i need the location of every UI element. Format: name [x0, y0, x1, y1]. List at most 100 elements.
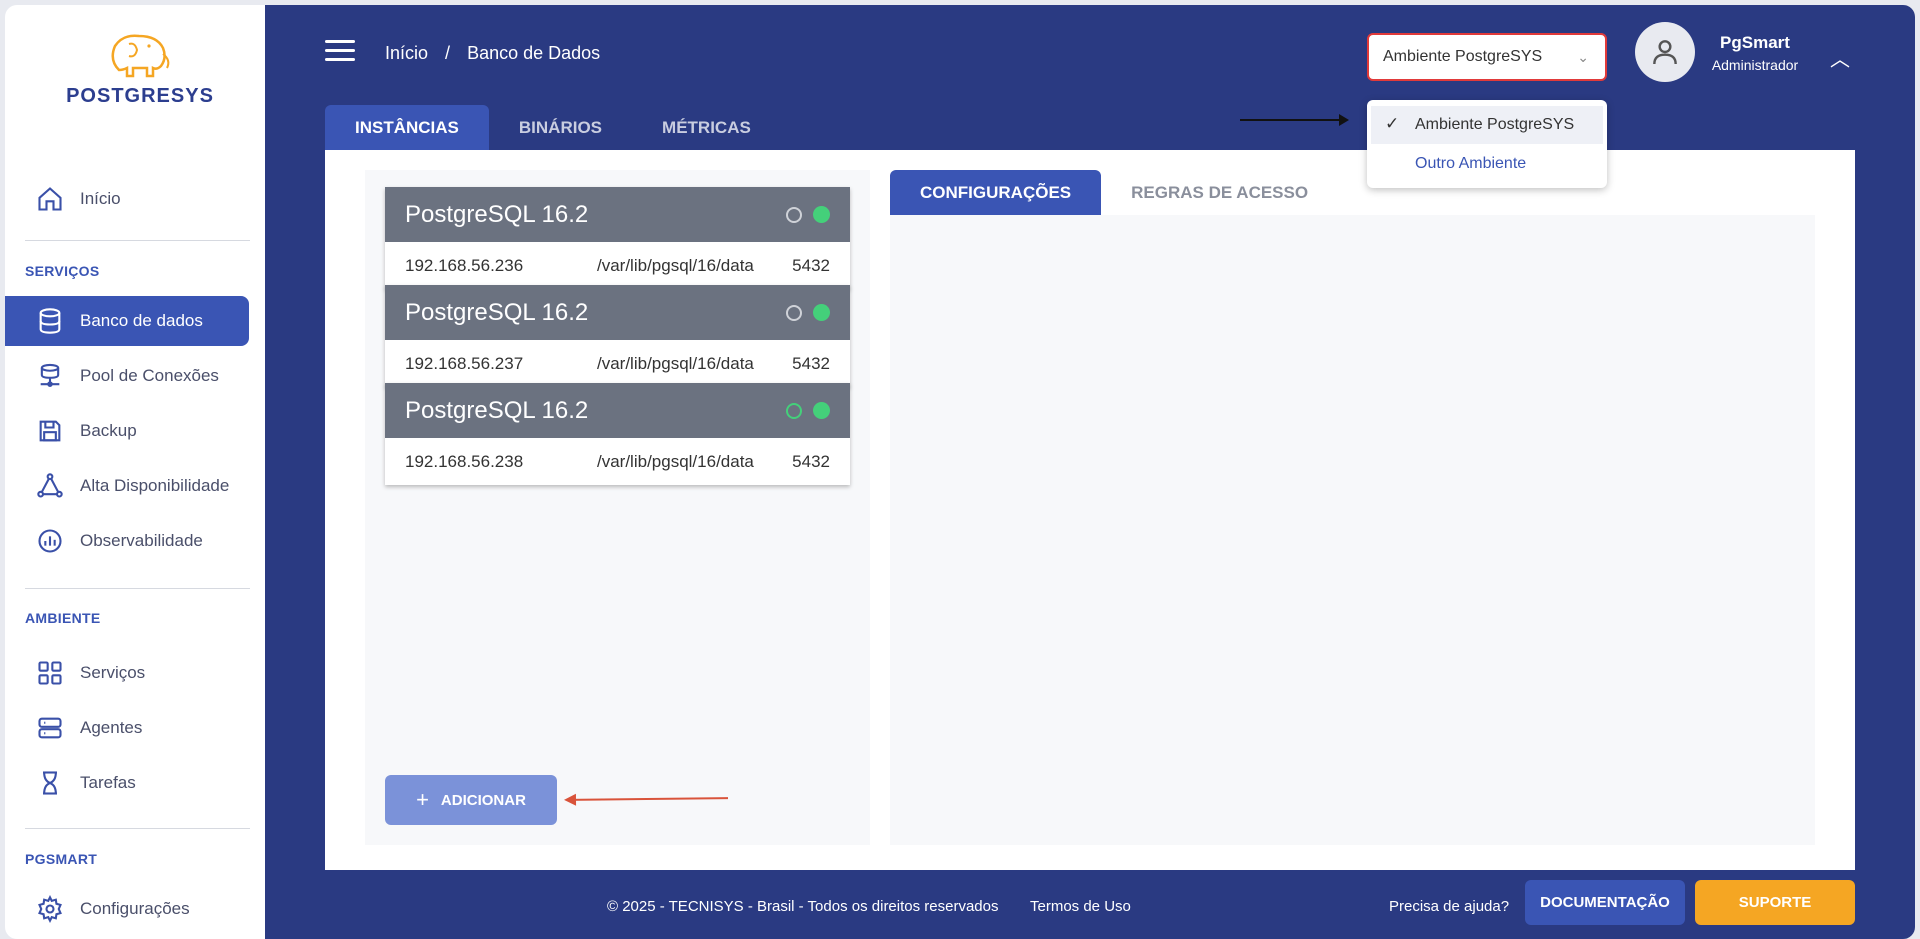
database-icon [35, 306, 65, 336]
hamburger-icon-line [325, 58, 355, 61]
help-text: Precisa de ajuda? [1389, 898, 1510, 915]
sidebar-item-alta-disponibilidade[interactable]: Alta Disponibilidade [5, 461, 249, 511]
sidebar-item-servicos[interactable]: Serviços [5, 648, 249, 698]
sidebar-item-label: Backup [80, 421, 137, 440]
instance-config-panel: CONFIGURAÇÕES REGRAS DE ACESSO [890, 170, 1815, 845]
sidebar-item-pool-de-conexoes[interactable]: Pool de Conexões [5, 351, 249, 401]
instance-header: PostgreSQL 16.2 [385, 383, 850, 438]
footer-copyright: © 2025 - TECNISYS - Brasil - Todos os di… [607, 898, 999, 915]
tab-binarios[interactable]: BINÁRIOS [489, 105, 632, 150]
sidebar-item-label: Alta Disponibilidade [80, 476, 230, 495]
breadcrumb-current: Banco de Dados [467, 43, 601, 63]
sidebar-item-agentes[interactable]: Agentes [5, 703, 249, 753]
status-indicator [813, 402, 830, 419]
server-icon [35, 713, 65, 743]
instance-port: 5432 [792, 255, 830, 275]
sidebar-item-label: Agentes [80, 718, 143, 737]
home-icon [35, 184, 65, 214]
logo[interactable]: POSTGRESYS [30, 30, 250, 120]
instance-card[interactable]: PostgreSQL 16.2 192.168.56.238 /var/lib/… [385, 383, 850, 485]
sidebar-item-configuracoes[interactable]: Configurações [5, 884, 249, 934]
instance-title: PostgreSQL 16.2 [405, 200, 589, 228]
documentation-button[interactable]: DOCUMENTAÇÃO [1525, 880, 1685, 925]
dropdown-option-outro-ambiente[interactable]: Outro Ambiente [1371, 145, 1603, 183]
sidebar-item-observabilidade[interactable]: Observabilidade [5, 516, 249, 566]
instance-title: PostgreSQL 16.2 [405, 396, 589, 424]
add-button-label: ADICIONAR [440, 791, 526, 809]
breadcrumb-home-link[interactable]: Início [385, 43, 428, 63]
environment-dropdown: ✓ Ambiente PostgreSYS Outro Ambiente [1367, 100, 1607, 188]
instance-header: PostgreSQL 16.2 [385, 187, 850, 242]
instance-path: /var/lib/pgsql/16/data [597, 255, 754, 275]
instance-card[interactable]: PostgreSQL 16.2 192.168.56.236 /var/lib/… [385, 187, 850, 289]
sidebar-item-label: Observabilidade [80, 531, 203, 550]
instance-port: 5432 [792, 451, 830, 471]
instance-path: /var/lib/pgsql/16/data [597, 451, 754, 471]
instance-header: PostgreSQL 16.2 [385, 285, 850, 340]
instance-details: 192.168.56.238 /var/lib/pgsql/16/data 54… [385, 438, 850, 485]
menu-toggle-button[interactable] [325, 40, 355, 64]
chevron-down-icon: ⌄ [1577, 49, 1589, 65]
dropdown-option-label: Outro Ambiente [1415, 155, 1527, 172]
environment-select-value: Ambiente PostgreSYS [1383, 48, 1543, 65]
tab-instancias[interactable]: INSTÂNCIAS [325, 105, 489, 150]
sidebar-item-label: Banco de dados [80, 311, 203, 330]
check-icon: ✓ [1385, 114, 1400, 133]
annotation-arrow [1240, 114, 1349, 126]
divider [25, 240, 250, 241]
server-network-icon [35, 361, 65, 391]
sidebar-item-tarefas[interactable]: Tarefas [5, 758, 249, 808]
tab-metricas[interactable]: MÉTRICAS [632, 105, 781, 150]
gauge-icon[interactable] [786, 305, 802, 321]
user-icon [1653, 40, 1677, 65]
avatar[interactable] [1635, 22, 1695, 82]
content-panel: PostgreSQL 16.2 192.168.56.236 /var/lib/… [325, 150, 1855, 870]
gauge-icon[interactable] [786, 207, 802, 223]
add-instance-button[interactable]: + ADICIONAR [385, 775, 557, 825]
tab-regras-de-acesso[interactable]: REGRAS DE ACESSO [1101, 170, 1338, 215]
logo-text: POSTGRESYS [66, 85, 214, 107]
tab-configuracoes[interactable]: CONFIGURAÇÕES [890, 170, 1102, 215]
sidebar-item-label: Serviços [80, 663, 146, 682]
section-title-servicos: SERVIÇOS [25, 263, 100, 279]
dropdown-option-label: Ambiente PostgreSYS [1415, 116, 1575, 133]
instance-details: 192.168.56.236 /var/lib/pgsql/16/data 54… [385, 242, 850, 289]
instance-title: PostgreSQL 16.2 [405, 298, 589, 326]
sidebar-item-banco-de-dados[interactable]: Banco de dados [5, 296, 249, 346]
hourglass-icon [35, 768, 65, 798]
sidebar-item-backup[interactable]: Backup [5, 406, 249, 456]
sidebar-item-label: Configurações [80, 899, 190, 918]
config-body [890, 215, 1815, 845]
grid-icon [35, 658, 65, 688]
breadcrumb-separator: / [445, 43, 451, 63]
main-tabs: INSTÂNCIAS BINÁRIOS MÉTRICAS [325, 105, 781, 150]
status-indicator [813, 206, 830, 223]
sidebar-item-label: Tarefas [80, 773, 136, 792]
instance-port: 5432 [792, 353, 830, 373]
save-icon [35, 416, 65, 446]
instance-path: /var/lib/pgsql/16/data [597, 353, 754, 373]
sidebar-item-label: Início [80, 189, 121, 208]
gauge-icon[interactable] [786, 403, 802, 419]
instance-ip: 192.168.56.236 [405, 255, 524, 275]
divider [25, 588, 250, 589]
dropdown-option-ambiente-postgresys[interactable]: ✓ Ambiente PostgreSYS [1371, 106, 1603, 144]
instance-details: 192.168.56.237 /var/lib/pgsql/16/data 54… [385, 340, 850, 387]
gear-icon [35, 894, 65, 924]
instance-card[interactable]: PostgreSQL 16.2 192.168.56.237 /var/lib/… [385, 285, 850, 387]
sidebar: POSTGRESYS Início SERVIÇOS Banco de dado… [5, 5, 265, 939]
triangle-nodes-icon [35, 471, 65, 501]
sidebar-item-label: Pool de Conexões [80, 366, 219, 385]
plus-icon: + [416, 787, 429, 812]
sidebar-item-inicio[interactable]: Início [5, 174, 249, 224]
environment-select[interactable]: Ambiente PostgreSYS ⌄ [1367, 33, 1607, 81]
main-area: Início / Banco de Dados Ambiente Postgre… [265, 5, 1915, 939]
divider [25, 828, 250, 829]
hamburger-icon-line [325, 49, 355, 52]
terms-link[interactable]: Termos de Uso [1030, 898, 1131, 915]
instances-panel: PostgreSQL 16.2 192.168.56.236 /var/lib/… [365, 170, 870, 845]
chevron-up-icon[interactable]: ︿ [1830, 43, 1850, 72]
support-button[interactable]: SUPORTE [1695, 880, 1855, 925]
user-role: Administrador [1711, 57, 1799, 73]
instance-ip: 192.168.56.237 [405, 353, 524, 373]
